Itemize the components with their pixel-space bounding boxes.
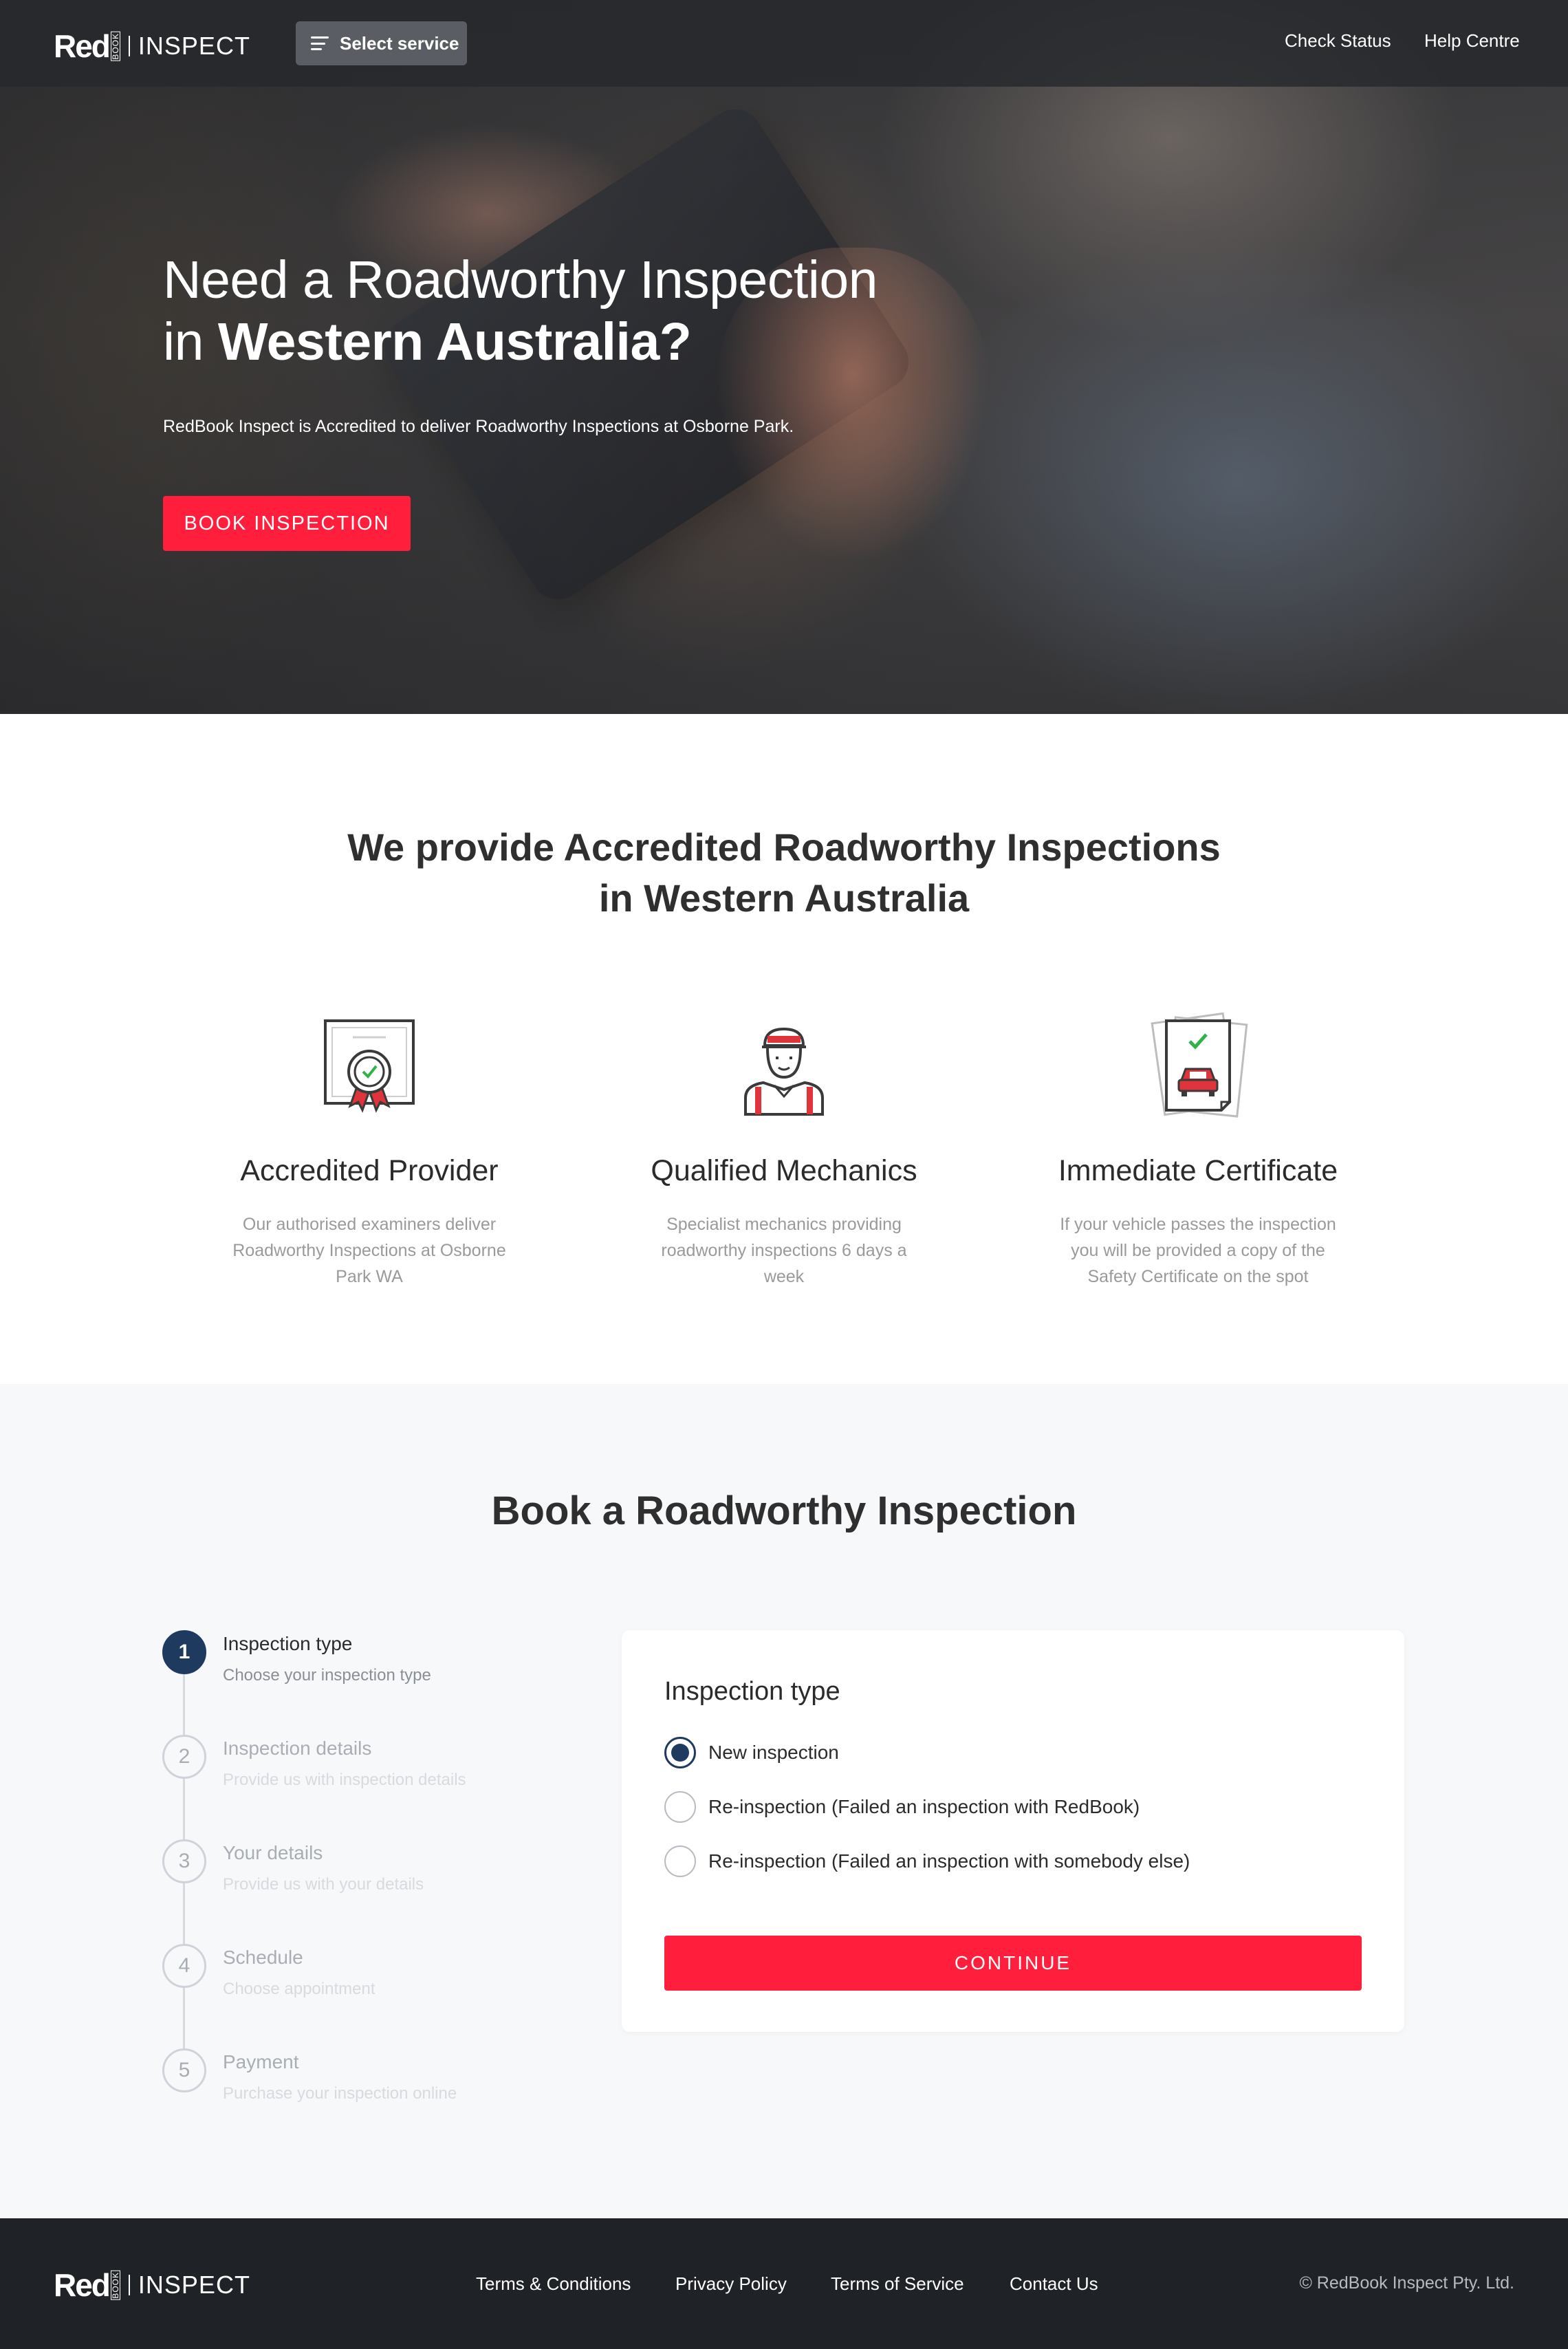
hero-subtitle: RedBook Inspect is Accredited to deliver… (163, 417, 794, 436)
radio-button[interactable] (664, 1845, 696, 1877)
nav-check-status[interactable]: Check Status (1285, 30, 1391, 52)
features-title-line1: We provide Accredited Roadworthy Inspect… (347, 825, 1221, 869)
footer-link-privacy-policy[interactable]: Privacy Policy (675, 2273, 787, 2295)
feature-description: If your vehicle passes the inspection yo… (1060, 1215, 1336, 1286)
card-title: Inspection type (664, 1677, 840, 1706)
feature-title: Qualified Mechanics (651, 1154, 917, 1187)
footer: Red BOOK INSPECT Terms & Conditions Priv… (0, 2218, 1568, 2349)
radio-button-selected[interactable] (664, 1737, 696, 1768)
radio-label: Re-inspection (Failed an inspection with… (708, 1850, 1190, 1872)
step-number: 1 (162, 1630, 206, 1674)
footer-link-contact-us[interactable]: Contact Us (1010, 2273, 1098, 2295)
step-description: Provide us with inspection details (223, 1771, 466, 1789)
step-label: Inspection details (223, 1738, 372, 1759)
feature-description: Our authorised examiners deliver Roadwor… (232, 1215, 506, 1286)
step-description: Provide us with your details (223, 1875, 424, 1894)
feature-immediate-certificate: Immediate Certificate If your vehicle pa… (1005, 1011, 1391, 1290)
step-number: 5 (162, 2048, 206, 2092)
radio-reinspection-other[interactable]: Re-inspection (Failed an inspection with… (664, 1845, 1190, 1877)
footer-link-terms-of-service[interactable]: Terms of Service (831, 2273, 964, 2295)
logo-red-text: Red (54, 28, 111, 64)
features-title-line2: in Western Australia (598, 876, 970, 920)
select-service-button[interactable]: Select service (296, 21, 467, 65)
inspection-type-card: Inspection type New inspection Re-inspec… (622, 1630, 1404, 2032)
logo-inspect-text: INSPECT (138, 32, 250, 60)
radio-label: New inspection (708, 1742, 839, 1763)
step-number: 2 (162, 1735, 206, 1779)
logo-book-text: BOOK (110, 2270, 120, 2300)
step-label: Schedule (223, 1947, 303, 1968)
continue-button[interactable]: CONTINUE (664, 1936, 1362, 1991)
footer-copyright: © RedBook Inspect Pty. Ltd. (1299, 2273, 1514, 2293)
footer-logo[interactable]: Red BOOK INSPECT (54, 2266, 250, 2304)
nav-help-centre[interactable]: Help Centre (1424, 30, 1520, 52)
step-description: Purchase your inspection online (223, 2084, 457, 2103)
feature-title: Accredited Provider (240, 1154, 499, 1187)
certificate-badge-icon (324, 1019, 415, 1113)
feature-qualified-mechanics: Qualified Mechanics Specialist mechanics… (591, 1011, 977, 1290)
radio-label: Re-inspection (Failed an inspection with… (708, 1796, 1140, 1817)
mechanic-icon (744, 1027, 824, 1116)
hero-title-bold: Western Australia? (217, 312, 692, 371)
hero-title-line1: Need a Roadworthy Inspection (163, 250, 878, 310)
header-logo[interactable]: Red BOOK INSPECT (54, 28, 250, 65)
step-label: Your details (223, 1842, 323, 1863)
step-number: 3 (162, 1839, 206, 1883)
features-title: We provide Accredited Roadworthy Inspect… (0, 822, 1568, 924)
logo-separator (128, 36, 130, 56)
logo-red-text: Red (54, 2267, 111, 2303)
step-description: Choose appointment (223, 1980, 375, 1998)
feature-accredited-provider: Accredited Provider Our authorised exami… (177, 1011, 562, 1290)
feature-description: Specialist mechanics providing roadworth… (661, 1215, 907, 1286)
book-inspection-button[interactable]: BOOK INSPECTION (163, 496, 411, 551)
step-description: Choose your inspection type (223, 1666, 431, 1685)
car-document-check-icon (1151, 1012, 1248, 1118)
step-number: 4 (162, 1944, 206, 1988)
logo-separator (128, 2275, 130, 2295)
step-label: Payment (223, 2051, 299, 2072)
menu-icon (311, 36, 329, 50)
logo-book-text: BOOK (110, 31, 120, 61)
radio-button[interactable] (664, 1791, 696, 1823)
radio-new-inspection[interactable]: New inspection (664, 1737, 839, 1768)
step-label: Inspection type (223, 1633, 353, 1654)
hero-title-prefix: in (163, 312, 218, 371)
radio-reinspection-redbook[interactable]: Re-inspection (Failed an inspection with… (664, 1791, 1140, 1823)
booking-title: Book a Roadworthy Inspection (491, 1489, 1077, 1533)
select-service-label: Select service (340, 32, 459, 54)
logo-inspect-text: INSPECT (138, 2271, 250, 2299)
footer-link-terms-conditions[interactable]: Terms & Conditions (476, 2273, 631, 2295)
feature-title: Immediate Certificate (1058, 1154, 1338, 1187)
hero-title: Need a Roadworthy Inspection in Western … (163, 249, 988, 373)
